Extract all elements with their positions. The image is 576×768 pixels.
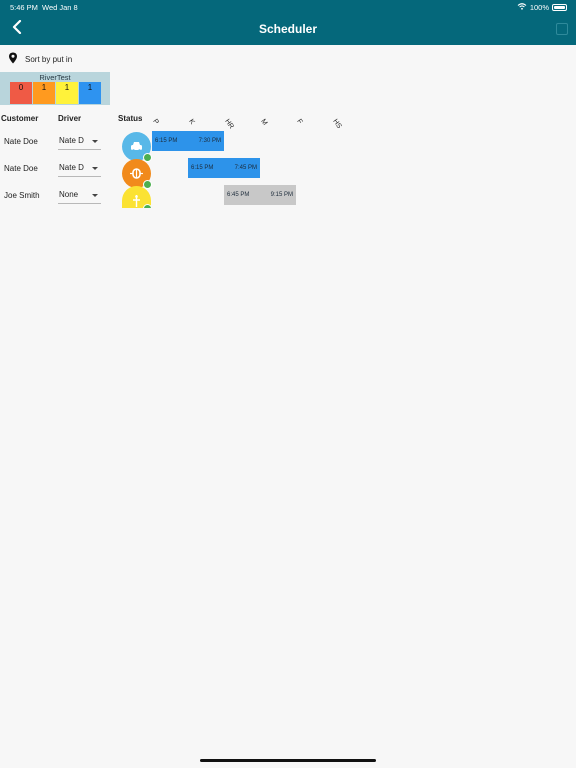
legend-cell-blue: 1	[79, 82, 101, 104]
driver-value: Nate D	[59, 163, 84, 172]
raft-icon	[130, 168, 143, 179]
customer-name: Nate Doe	[4, 137, 38, 146]
trip-summary: RiverTest 0 1 1 1	[0, 72, 110, 105]
calendar-icon[interactable]	[556, 23, 568, 35]
status-button[interactable]	[122, 159, 152, 189]
legend-cell-red: 0	[10, 82, 32, 104]
time-slot-label: F	[295, 118, 304, 126]
column-header-driver: Driver	[58, 114, 82, 123]
battery-percent: 100%	[529, 3, 549, 12]
sort-label: Sort by put in	[25, 54, 73, 64]
driver-select[interactable]: Nate D	[58, 133, 101, 150]
bar-end-time: 9:15 PM	[270, 192, 293, 198]
status-button[interactable]	[122, 186, 151, 208]
bar-end-time: 7:30 PM	[198, 138, 221, 144]
paddle-icon	[133, 195, 140, 207]
driver-value: None	[59, 190, 79, 199]
status-bar: 5:46 PM Wed Jan 8 100%	[0, 0, 576, 14]
column-header-customer: Customer	[1, 114, 39, 123]
time-slot-label: K	[187, 118, 196, 126]
car-icon	[131, 142, 142, 152]
time-slot-label: HR	[223, 118, 235, 131]
bar-start-time: 6:45 PM	[227, 192, 250, 198]
dropdown-caret-icon	[92, 140, 98, 143]
status-date: Wed Jan 8	[42, 3, 78, 12]
schedule-bar[interactable]: 6:15 PM 7:30 PM	[152, 131, 224, 151]
bar-end-time: 7:45 PM	[234, 165, 257, 171]
sort-toggle[interactable]: Sort by put in	[8, 52, 72, 66]
status-time: 5:46 PM	[10, 3, 38, 12]
driver-select[interactable]: Nate D	[58, 160, 101, 177]
customer-name: Joe Smith	[4, 191, 40, 200]
driver-select[interactable]: None	[58, 187, 101, 204]
status-right: 100%	[517, 3, 567, 12]
time-slot-label: M	[259, 118, 269, 127]
trip-summary-title: RiverTest	[39, 73, 71, 82]
customer-name: Nate Doe	[4, 164, 38, 173]
status-button[interactable]	[122, 132, 152, 162]
column-header-status: Status	[118, 114, 142, 123]
dropdown-caret-icon	[92, 194, 98, 197]
schedule-bar[interactable]: 6:45 PM 9:15 PM	[224, 185, 296, 205]
home-indicator	[200, 759, 376, 762]
page-title: Scheduler	[258, 22, 318, 36]
app-header: 5:46 PM Wed Jan 8 100% Scheduler	[0, 0, 576, 45]
legend-cell-yellow: 1	[56, 82, 78, 104]
wifi-icon	[517, 3, 527, 12]
driver-value: Nate D	[59, 136, 84, 145]
status-indicator-dot	[143, 204, 151, 208]
bar-start-time: 6:15 PM	[191, 165, 214, 171]
time-slot-label: P	[151, 118, 160, 126]
location-pin-icon	[8, 52, 18, 66]
dropdown-caret-icon	[92, 167, 98, 170]
schedule-bar[interactable]: 6:15 PM 7:45 PM	[188, 158, 260, 178]
time-slot-label: HS	[331, 118, 343, 130]
legend-cell-orange: 1	[33, 82, 55, 104]
battery-icon	[552, 4, 567, 11]
bar-start-time: 6:15 PM	[155, 138, 178, 144]
